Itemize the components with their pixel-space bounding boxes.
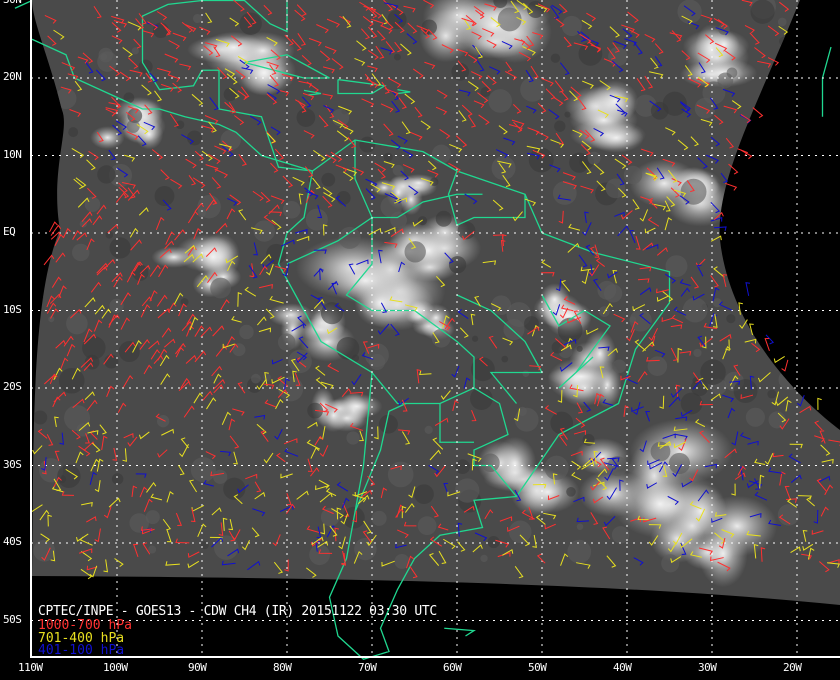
image-title: CPTEC/INPE - GOES13 - CDW CH4 (IR) 20151…: [38, 604, 437, 619]
wind-barb: [764, 338, 770, 351]
satellite-wind-map: 30N 20N 10N EQ 10S 20S 30S 40S 50S 110W 100W 90W 80…: [0, 0, 840, 680]
lon-label: 60W: [443, 661, 462, 674]
cloud: [591, 80, 639, 122]
lon-label: 110W: [18, 661, 43, 674]
lat-label: 40S: [3, 535, 22, 548]
lat-label: 30N: [3, 0, 22, 6]
cloud: [674, 484, 727, 539]
wind-barb: [737, 148, 749, 156]
lat-label: 10N: [3, 147, 22, 161]
wind-barb: [745, 282, 751, 296]
wind-barb: [49, 221, 58, 233]
wind-barb: [773, 356, 785, 364]
cloud: [239, 49, 289, 96]
cloud: [326, 257, 405, 304]
lat-label: 20N: [3, 70, 22, 83]
lon-label: 70W: [358, 661, 377, 674]
wind-barb: [781, 359, 789, 372]
coastline-segment: [444, 627, 476, 637]
wind-barb: [724, 182, 738, 191]
map-canvas: [14, 0, 840, 660]
lat-label: EQ: [3, 225, 16, 238]
lat-label: 30S: [3, 457, 22, 471]
lon-label: 100W: [103, 661, 128, 674]
lon-label: 90W: [188, 661, 207, 674]
lon-label: 30W: [698, 661, 717, 674]
wind-barb: [817, 397, 822, 410]
wind-barb: [752, 107, 764, 119]
cloud: [330, 393, 383, 420]
lat-label: 10S: [3, 302, 22, 316]
legend-high-level: 401-100 hPa: [38, 643, 125, 658]
lon-label: 40W: [613, 661, 632, 674]
coastline-segment: [821, 46, 832, 117]
lon-label: 80W: [273, 661, 292, 674]
lon-label: 50W: [528, 661, 547, 674]
cloud: [629, 419, 733, 484]
lat-label: 50S: [3, 612, 22, 626]
lat-label: 20S: [3, 380, 22, 393]
lon-label: 20W: [783, 661, 802, 674]
